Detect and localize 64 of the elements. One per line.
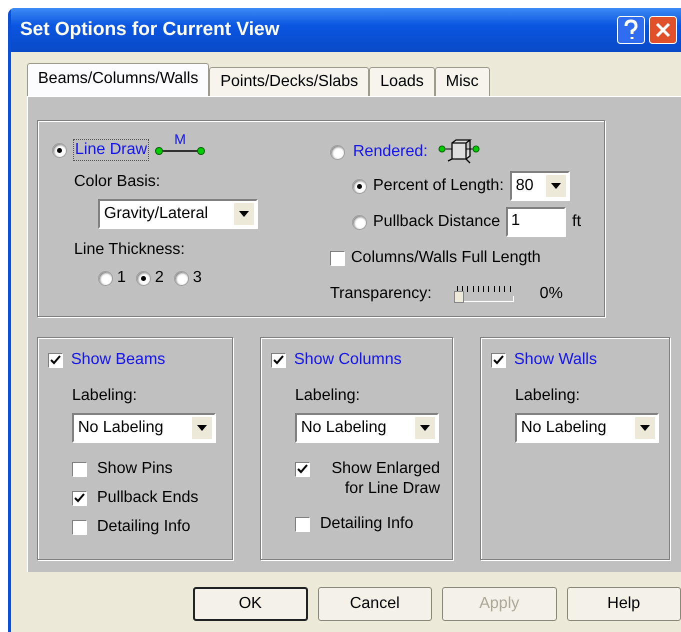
- checkbox[interactable]: [48, 352, 63, 368]
- tab[interactable]: Beams/Columns/Walls: [27, 63, 210, 96]
- line-draw-label[interactable]: Line Draw: [73, 139, 150, 161]
- labeling-dropdown[interactable]: No Labeling: [515, 413, 659, 443]
- checkbox[interactable]: [271, 352, 286, 368]
- labeling-dropdown[interactable]: No Labeling: [72, 413, 216, 443]
- percent-of-length-label: Percent of Length:: [373, 177, 504, 195]
- checkbox-label: Detailing Info: [97, 517, 192, 537]
- radio-label: 2: [154, 269, 164, 287]
- checkbox[interactable]: [72, 462, 87, 477]
- box-member-icon: [438, 139, 480, 165]
- slider-thumb[interactable]: [454, 291, 464, 303]
- radio-label: 1: [117, 269, 126, 287]
- dropdown-arrow-icon: [420, 425, 430, 431]
- pullback-distance-field[interactable]: 1: [506, 207, 566, 237]
- transparency-label: Transparency:: [330, 285, 432, 303]
- group-title: Show Walls: [513, 350, 598, 370]
- help-icon[interactable]: [617, 16, 645, 44]
- checkbox-label: Pullback Ends: [97, 488, 200, 508]
- radio-button[interactable]: [136, 270, 151, 286]
- dialog-button[interactable]: Help: [566, 587, 681, 621]
- labeling-label: Labeling:: [295, 387, 360, 405]
- line-thickness-label: Line Thickness:: [74, 241, 185, 259]
- dialog-button[interactable]: Cancel: [318, 587, 432, 621]
- dropdown-arrow-icon: [640, 425, 650, 431]
- color-basis-dropdown[interactable]: Gravity/Lateral: [98, 199, 258, 229]
- checkbox-label: Show Pins: [97, 459, 174, 479]
- checkbox[interactable]: [491, 352, 506, 368]
- checkbox-label: Detailing Info: [320, 514, 414, 534]
- checkbox[interactable]: [295, 517, 310, 532]
- labeling-dropdown[interactable]: No Labeling: [295, 413, 439, 443]
- radio-label: 3: [192, 269, 202, 287]
- dialog-button[interactable]: OK: [193, 587, 308, 621]
- radio-button[interactable]: [352, 178, 367, 194]
- unit-label: ft: [572, 213, 582, 231]
- checkbox[interactable]: [72, 491, 87, 506]
- transparency-slider[interactable]: [454, 286, 514, 302]
- dropdown-arrow-icon: [550, 183, 561, 189]
- dropdown-arrow-icon: [197, 425, 207, 431]
- close-icon[interactable]: [649, 16, 677, 44]
- tab[interactable]: Points/Decks/Slabs: [209, 67, 370, 96]
- window-title: Set Options for Current View: [20, 19, 280, 41]
- color-basis-label: Color Basis:: [74, 173, 160, 191]
- dropdown-arrow-icon: [239, 211, 249, 217]
- transparency-value: 0%: [540, 285, 563, 303]
- labeling-label: Labeling:: [72, 387, 137, 405]
- rendered-label: Rendered:: [352, 142, 429, 162]
- checkbox[interactable]: [72, 520, 87, 535]
- labeling-label: Labeling:: [515, 387, 580, 405]
- radio-button[interactable]: [52, 142, 67, 158]
- radio-button[interactable]: [174, 270, 189, 286]
- radio-button[interactable]: [98, 270, 113, 286]
- pullback-distance-label: Pullback Distance: [373, 213, 500, 231]
- radio-button[interactable]: [330, 144, 345, 160]
- checkbox[interactable]: [295, 462, 310, 477]
- radio-button[interactable]: [352, 214, 367, 230]
- percent-dropdown[interactable]: 80: [510, 171, 570, 201]
- tab[interactable]: Misc: [434, 67, 490, 96]
- checkbox[interactable]: [330, 250, 345, 266]
- checkbox-label: Columns/Walls Full Length: [351, 249, 541, 267]
- checkbox-label: Show Enlarged for Line Draw: [330, 459, 440, 499]
- tab[interactable]: Loads: [369, 67, 435, 96]
- group-title: Show Beams: [70, 350, 166, 370]
- group-title: Show Columns: [293, 350, 403, 370]
